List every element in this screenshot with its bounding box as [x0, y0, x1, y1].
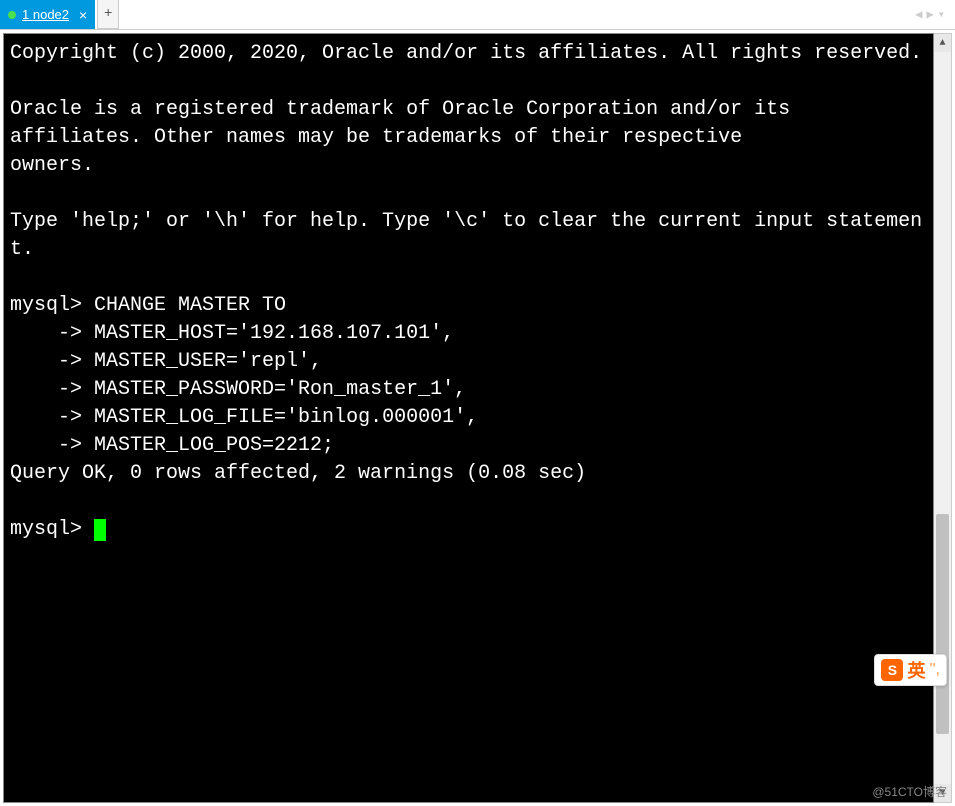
ime-widget[interactable]: S 英 '', — [874, 654, 947, 686]
ime-lang-indicator[interactable]: 英 — [907, 657, 925, 683]
tab-node2[interactable]: 1 node2 × — [0, 0, 95, 29]
close-icon[interactable]: × — [75, 7, 87, 23]
ime-punct-indicator[interactable]: '', — [929, 661, 940, 679]
tab-bar: 1 node2 × + ◀ ▶ ▾ — [0, 0, 955, 30]
terminal-area: Copyright (c) 2000, 2020, Oracle and/or … — [0, 30, 955, 806]
nav-menu-icon[interactable]: ▾ — [938, 7, 945, 22]
tab-label: 1 node2 — [22, 7, 69, 22]
scroll-up-icon[interactable]: ▲ — [934, 34, 951, 52]
terminal-output[interactable]: Copyright (c) 2000, 2020, Oracle and/or … — [3, 33, 934, 803]
nav-right-icon[interactable]: ▶ — [927, 7, 934, 22]
ime-logo-icon: S — [881, 659, 903, 681]
scrollbar[interactable]: ▲ ▼ — [934, 33, 952, 803]
new-tab-button[interactable]: + — [97, 0, 119, 29]
nav-left-icon[interactable]: ◀ — [915, 7, 922, 22]
tab-nav: ◀ ▶ ▾ — [915, 0, 955, 29]
cursor-icon — [94, 519, 106, 541]
status-dot-icon — [8, 11, 16, 19]
scroll-thumb[interactable] — [936, 514, 949, 734]
watermark: @51CTO博客 — [872, 783, 947, 800]
